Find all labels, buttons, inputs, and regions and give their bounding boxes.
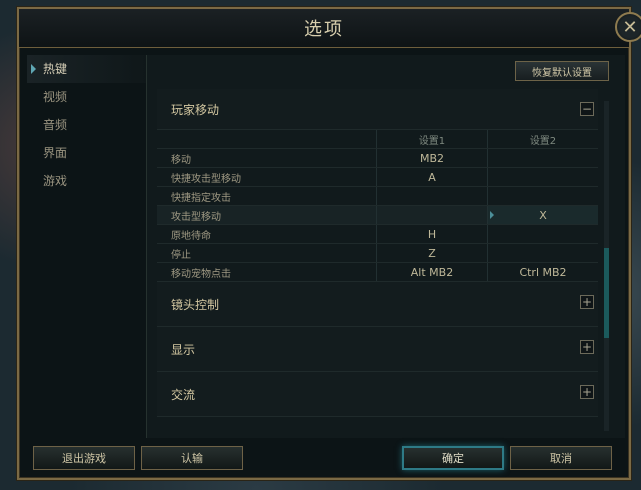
ok-button[interactable]: 确定 (402, 446, 504, 470)
binding-cell-set1[interactable] (376, 186, 488, 206)
binding-cell-set1[interactable]: H (376, 224, 488, 244)
section-camera[interactable]: 镜头控制 + (157, 282, 598, 327)
surrender-button[interactable]: 认输 (141, 446, 243, 470)
hotkey-list: 玩家移动 − 设置1 设置2 移动 MB2 快捷攻击型移动 A 快捷指定攻击 攻… (157, 89, 598, 438)
column-header-set1: 设置1 (376, 130, 488, 149)
selection-arrow-icon (490, 211, 494, 219)
table-header-row: 设置1 设置2 (157, 130, 598, 149)
binding-cell-set1[interactable]: MB2 (376, 148, 488, 168)
binding-cell-set2[interactable] (487, 167, 598, 187)
action-name: 快捷指定攻击 (157, 186, 377, 206)
close-icon: ✕ (622, 16, 638, 38)
sidebar-item-video[interactable]: 视频 (27, 83, 147, 111)
sidebar-item-audio[interactable]: 音频 (27, 111, 147, 139)
scrollbar-thumb[interactable] (604, 248, 609, 338)
expand-icon[interactable]: + (580, 295, 594, 309)
table-row: 移动宠物点击 Alt MB2 Ctrl MB2 (157, 262, 598, 282)
expand-icon[interactable]: + (580, 385, 594, 399)
binding-cell-set2[interactable]: Ctrl MB2 (487, 262, 598, 282)
close-button[interactable]: ✕ (615, 12, 641, 42)
table-row: 快捷指定攻击 (157, 186, 598, 206)
sidebar-item-hotkeys[interactable]: 热键 (27, 55, 147, 83)
section-title: 显示 (171, 342, 196, 357)
action-name: 攻击型移动 (157, 205, 377, 225)
collapse-icon[interactable]: − (580, 102, 594, 116)
binding-cell-set2-selected[interactable]: X (487, 205, 598, 225)
action-name: 快捷攻击型移动 (157, 167, 377, 187)
binding-cell-set2[interactable] (487, 186, 598, 206)
binding-cell-set1[interactable]: A (376, 167, 488, 187)
section-title: 镜头控制 (171, 297, 220, 312)
section-title: 玩家移动 (171, 102, 220, 117)
action-name: 移动 (157, 148, 377, 168)
table-row: 移动 MB2 (157, 148, 598, 168)
sidebar: 热键 视频 音频 界面 游戏 (27, 55, 147, 195)
active-arrow-icon (31, 64, 36, 74)
action-name: 原地待命 (157, 224, 377, 244)
window-title: 选项 (304, 19, 344, 40)
sidebar-item-label: 音频 (43, 118, 68, 132)
sidebar-item-label: 界面 (43, 146, 68, 160)
table-row: 快捷攻击型移动 A (157, 167, 598, 187)
binding-cell-set2[interactable] (487, 224, 598, 244)
hotkeys-panel: 恢复默认设置 玩家移动 − 设置1 设置2 移动 MB2 快捷攻击型移动 A 快… (146, 55, 625, 438)
table-row: 停止 Z (157, 243, 598, 263)
cancel-button[interactable]: 取消 (510, 446, 612, 470)
binding-cell-set2[interactable] (487, 243, 598, 263)
binding-value: X (539, 208, 547, 222)
hotkey-table: 设置1 设置2 移动 MB2 快捷攻击型移动 A 快捷指定攻击 攻击型移动 X … (157, 130, 598, 282)
expand-icon[interactable]: + (580, 340, 594, 354)
binding-cell-set1[interactable]: Z (376, 243, 488, 263)
section-player-move[interactable]: 玩家移动 − (157, 89, 598, 130)
title-bar: 选项 (19, 9, 629, 48)
sidebar-item-label: 视频 (43, 90, 68, 104)
sidebar-item-label: 热键 (43, 62, 68, 76)
sidebar-item-label: 游戏 (43, 174, 68, 188)
table-row: 原地待命 H (157, 224, 598, 244)
options-window: 选项 ✕ 热键 视频 音频 界面 游戏 恢复默认设置 玩家移动 − 设置1 设置… (17, 7, 641, 480)
binding-cell-set2[interactable] (487, 148, 598, 168)
action-name: 停止 (157, 243, 377, 263)
exit-game-button[interactable]: 退出游戏 (33, 446, 135, 470)
column-header-set2: 设置2 (487, 130, 598, 149)
section-chat[interactable]: 交流 + (157, 372, 598, 417)
sidebar-item-interface[interactable]: 界面 (27, 139, 147, 167)
binding-cell-set1[interactable]: Alt MB2 (376, 262, 488, 282)
section-display[interactable]: 显示 + (157, 327, 598, 372)
sidebar-item-game[interactable]: 游戏 (27, 167, 147, 195)
reset-defaults-button[interactable]: 恢复默认设置 (515, 61, 609, 81)
section-title: 交流 (171, 387, 196, 402)
footer-bar: 退出游戏 认输 确定 取消 (19, 438, 629, 480)
table-row-selected: 攻击型移动 X (157, 205, 598, 225)
binding-cell-set1[interactable] (376, 205, 488, 225)
action-name: 移动宠物点击 (157, 262, 377, 282)
